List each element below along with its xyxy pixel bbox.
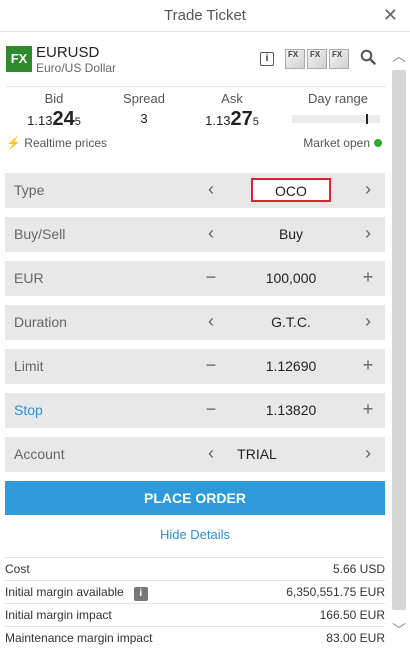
chevron-right-icon[interactable]: › — [360, 179, 376, 200]
detail-key: Maintenance margin impact — [5, 631, 153, 645]
market-open-dot-icon — [374, 139, 382, 147]
spread-value: 3 — [140, 111, 148, 126]
status-line: ⚡ Realtime prices Market open — [6, 136, 386, 154]
day-range-bar — [292, 114, 380, 124]
realtime-label: Realtime prices — [24, 136, 107, 150]
detail-value: 5.66 USD — [332, 562, 385, 576]
bid-label: Bid — [44, 91, 64, 106]
detail-row-maintenance-margin-impact: Maintenance margin impact 83.00 EUR — [5, 626, 385, 647]
spread-label: Spread — [123, 91, 165, 106]
amount-row: EUR − 100,000 + — [5, 261, 385, 296]
bid-column[interactable]: Bid 1.13245 — [26, 91, 82, 131]
detail-value: 6,350,551.75 EUR — [286, 585, 385, 599]
scroll-thumb[interactable] — [392, 70, 406, 610]
market-status: Market open — [303, 136, 382, 150]
duration-value[interactable]: G.T.C. — [225, 314, 357, 330]
scroll-up-icon[interactable]: ︿ — [390, 46, 408, 64]
chevron-left-icon[interactable]: ‹ — [203, 311, 219, 332]
fx-badge-icon: FX — [6, 46, 32, 72]
hide-details-link[interactable]: Hide Details — [0, 527, 390, 542]
detail-value: 83.00 EUR — [326, 631, 385, 645]
limit-price-field[interactable]: 1.12690 — [225, 358, 357, 374]
scrollbar[interactable]: ︿ ﹀ — [390, 46, 408, 641]
chevron-left-icon[interactable]: ‹ — [203, 223, 219, 244]
chevron-right-icon[interactable]: › — [360, 443, 376, 464]
minus-icon[interactable]: − — [203, 399, 219, 420]
close-icon[interactable]: ✕ — [383, 5, 398, 26]
bid-price: 1.13245 — [27, 108, 81, 130]
duration-row: Duration ‹ G.T.C. › — [5, 305, 385, 340]
day-range-column: Day range — [298, 91, 378, 106]
info-icon[interactable]: i — [133, 587, 148, 601]
stop-row: Stop − 1.13820 + — [5, 393, 385, 428]
ask-label: Ask — [221, 91, 243, 106]
buy-sell-value[interactable]: Buy — [225, 226, 357, 242]
title-bar: Trade Ticket ✕ — [0, 0, 410, 32]
limit-row: Limit − 1.12690 + — [5, 349, 385, 384]
minus-icon[interactable]: − — [203, 267, 219, 288]
detail-key: Initial margin impact — [5, 608, 112, 622]
limit-label: Limit — [14, 358, 44, 374]
price-panel: Bid 1.13245 Spread 3 Ask 1.13275 Day ran… — [6, 86, 386, 132]
minus-icon[interactable]: − — [203, 355, 219, 376]
ask-price: 1.13275 — [205, 108, 259, 130]
day-range-label: Day range — [308, 91, 368, 106]
place-order-button[interactable]: PLACE ORDER — [5, 481, 385, 515]
chevron-left-icon[interactable]: ‹ — [203, 443, 219, 464]
account-row: Account ‹ TRIAL › — [5, 437, 385, 472]
detail-key: Cost — [5, 562, 30, 576]
scroll-down-icon[interactable]: ﹀ — [390, 620, 408, 638]
fx-quick-trade-icon[interactable]: FX — [285, 49, 305, 69]
ask-column[interactable]: Ask 1.13275 — [204, 91, 260, 131]
order-type-label: Type — [14, 182, 45, 198]
detail-key: Initial margin available i — [5, 585, 148, 601]
amount-label: EUR — [14, 270, 44, 286]
chevron-right-icon[interactable]: › — [360, 311, 376, 332]
plus-icon[interactable]: + — [360, 267, 376, 288]
chevron-left-icon[interactable]: ‹ — [203, 179, 219, 200]
plus-icon[interactable]: + — [360, 399, 376, 420]
order-type-row: Type ‹ OCO › — [5, 173, 385, 208]
duration-label: Duration — [14, 314, 67, 330]
detail-value: 166.50 EUR — [319, 608, 385, 622]
account-value[interactable]: TRIAL — [219, 446, 295, 462]
order-type-value[interactable]: OCO — [251, 178, 331, 202]
account-label: Account — [14, 446, 65, 462]
buy-sell-label: Buy/Sell — [14, 226, 66, 242]
info-icon[interactable]: i — [260, 52, 274, 66]
detail-row-cost: Cost 5.66 USD — [5, 557, 385, 578]
bolt-icon: ⚡ — [6, 136, 21, 150]
instrument-header: FX EURUSD Euro/US Dollar i FX FX FX — [6, 44, 386, 78]
amount-field[interactable]: 100,000 — [225, 270, 357, 286]
chevron-right-icon[interactable]: › — [360, 223, 376, 244]
spread-column: Spread 3 — [118, 91, 170, 126]
detail-row-initial-margin-impact: Initial margin impact 166.50 EUR — [5, 603, 385, 624]
detail-row-initial-margin-available: Initial margin available i 6,350,551.75 E… — [5, 580, 385, 601]
stop-price-field[interactable]: 1.13820 — [225, 402, 357, 418]
search-icon[interactable] — [360, 49, 376, 65]
window-title: Trade Ticket — [164, 7, 246, 24]
plus-icon[interactable]: + — [360, 355, 376, 376]
fx-quick-trade-icon[interactable]: FX — [307, 49, 327, 69]
fx-quick-trade-icon[interactable]: FX — [329, 49, 349, 69]
day-range-marker — [366, 114, 368, 124]
market-status-label: Market open — [303, 136, 370, 150]
instrument-description: Euro/US Dollar — [36, 61, 117, 75]
buy-sell-row: Buy/Sell ‹ Buy › — [5, 217, 385, 252]
stop-label-link[interactable]: Stop — [14, 402, 43, 418]
instrument-symbol: EURUSD — [36, 44, 100, 61]
